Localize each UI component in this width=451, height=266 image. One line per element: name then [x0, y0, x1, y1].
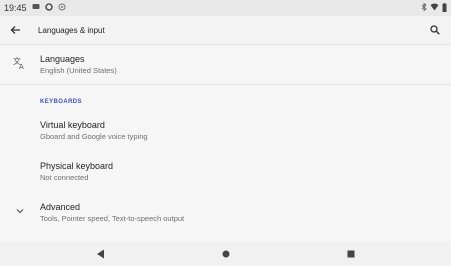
list-item-physical-keyboard[interactable]: Physical keyboard Not connected — [0, 160, 451, 183]
keyboards-section-header: KEYBOARDS — [40, 99, 82, 105]
battery-icon — [442, 2, 447, 14]
status-bar: 19:45 — [0, 0, 451, 16]
recents-icon — [347, 250, 355, 258]
arrow-left-icon — [10, 26, 20, 34]
list-item-virtual-keyboard[interactable]: Virtual keyboard Gboard and Google voice… — [0, 119, 451, 142]
navigation-bar — [0, 242, 451, 266]
app-toolbar: Languages & input — [0, 16, 451, 45]
expand-icon-container — [0, 201, 40, 215]
wifi-icon — [430, 3, 439, 13]
settings-list: 文 A Languages English (United States) KE… — [0, 44, 451, 242]
languages-subtitle: English (United States) — [40, 66, 117, 75]
back-icon — [96, 249, 104, 259]
list-item-advanced[interactable]: Advanced Tools, Pointer speed, Text-to-s… — [0, 201, 451, 224]
languages-title: Languages — [40, 54, 85, 64]
nav-home-button[interactable] — [216, 244, 236, 264]
at-icon — [58, 3, 66, 13]
divider — [0, 84, 451, 85]
translate-icon-container: 文 A — [0, 53, 40, 70]
status-time: 19:45 — [4, 3, 27, 13]
home-icon — [222, 250, 229, 258]
physical-keyboard-title: Physical keyboard — [40, 161, 114, 171]
bluetooth-icon — [421, 2, 427, 13]
chevron-down-icon — [16, 209, 24, 214]
advanced-subtitle: Tools, Pointer speed, Text-to-speech out… — [40, 214, 185, 223]
status-right — [421, 2, 451, 14]
search-icon — [430, 25, 440, 35]
back-button[interactable] — [2, 16, 28, 44]
search-button[interactable] — [423, 16, 447, 44]
translate-icon: 文 A — [13, 56, 24, 70]
nav-back-button[interactable] — [90, 244, 110, 264]
list-item-languages[interactable]: 文 A Languages English (United States) — [0, 53, 451, 76]
page-title: Languages & input — [38, 25, 105, 35]
advanced-title: Advanced — [40, 202, 81, 212]
nav-recents-button[interactable] — [341, 244, 361, 264]
virtual-keyboard-title: Virtual keyboard — [40, 120, 105, 130]
message-icon — [32, 3, 40, 13]
svg-text:A: A — [19, 63, 24, 70]
physical-keyboard-subtitle: Not connected — [40, 173, 89, 182]
status-left: 19:45 — [0, 3, 66, 13]
gear-icon — [44, 3, 53, 13]
virtual-keyboard-subtitle: Gboard and Google voice typing — [40, 132, 148, 141]
